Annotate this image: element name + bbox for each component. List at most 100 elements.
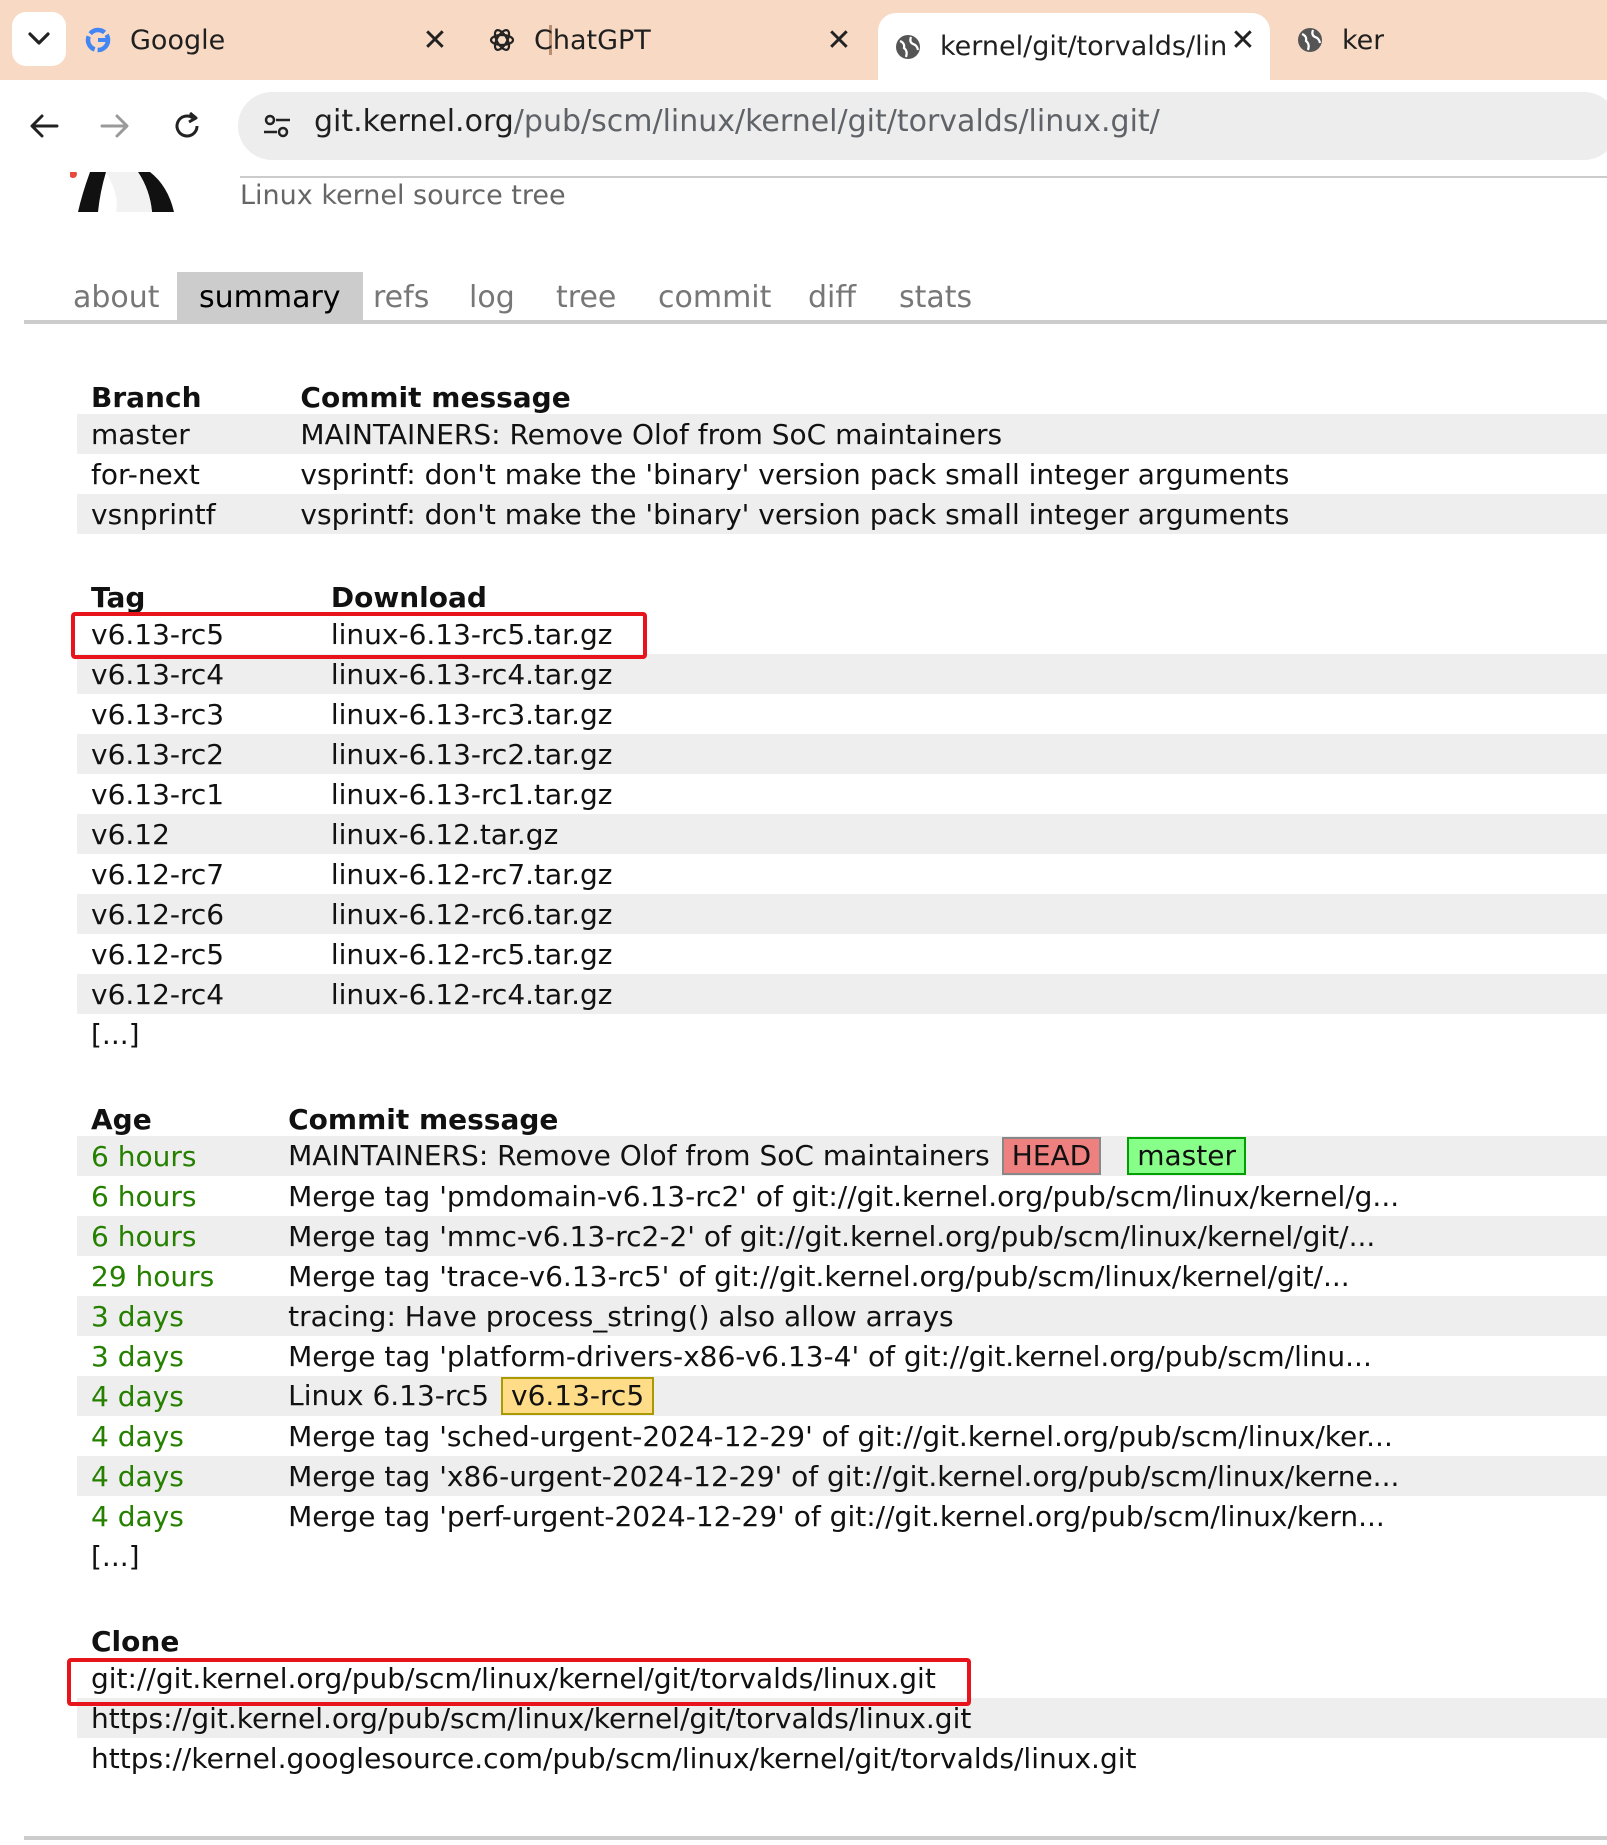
download-link[interactable]: linux-6.13-rc2.tar.gz bbox=[316, 734, 1607, 774]
table-header: Tag Download bbox=[77, 572, 1607, 614]
tux-logo bbox=[70, 172, 174, 212]
tab-summary[interactable]: summary bbox=[177, 272, 363, 320]
commit-message[interactable]: Merge tag 'platform-drivers-x86-v6.13-4'… bbox=[274, 1336, 1607, 1376]
globe-icon bbox=[1294, 24, 1326, 56]
table-row[interactable]: v6.12-rc5 linux-6.12-rc5.tar.gz bbox=[77, 934, 1607, 974]
table-row[interactable]: https://kernel.googlesource.com/pub/scm/… bbox=[77, 1738, 1607, 1778]
commit-message-text[interactable]: MAINTAINERS: Remove Olof from SoC mainta… bbox=[288, 1139, 990, 1172]
tab-about[interactable]: about bbox=[51, 272, 182, 320]
browser-tab-kernel-active[interactable]: kernel/git/torvalds/linux.git - ✕ bbox=[878, 13, 1270, 80]
table-row[interactable]: [...] bbox=[77, 1536, 1607, 1576]
commit-age: 4 days bbox=[77, 1456, 275, 1496]
table-row[interactable]: master MAINTAINERS: Remove Olof from SoC… bbox=[77, 414, 1607, 454]
download-link[interactable]: linux-6.13-rc4.tar.gz bbox=[316, 654, 1607, 694]
commit-message[interactable]: Linux 6.13-rc5 v6.13-rc5 bbox=[274, 1376, 1607, 1416]
tab-stats[interactable]: stats bbox=[877, 272, 994, 320]
commit-message[interactable]: Merge tag 'sched-urgent-2024-12-29' of g… bbox=[274, 1416, 1607, 1456]
forward-button[interactable] bbox=[93, 104, 137, 148]
clone-url[interactable]: https://kernel.googlesource.com/pub/scm/… bbox=[77, 1738, 1607, 1778]
site-settings-icon[interactable] bbox=[258, 107, 296, 145]
browser-tab-google[interactable]: Google ✕ bbox=[82, 13, 462, 67]
branch-badge[interactable]: master bbox=[1127, 1137, 1246, 1175]
tag-name[interactable]: v6.13-rc3 bbox=[77, 694, 317, 734]
commit-message-text[interactable]: Linux 6.13-rc5 bbox=[288, 1379, 489, 1412]
commit-age: 3 days bbox=[77, 1296, 275, 1336]
branch-name[interactable]: vsnprintf bbox=[77, 494, 287, 534]
close-icon[interactable]: ✕ bbox=[418, 23, 452, 58]
commit-message[interactable]: tracing: Have process_string() also allo… bbox=[274, 1296, 1607, 1336]
column-header: Download bbox=[330, 581, 487, 614]
table-row[interactable]: 6 hours Merge tag 'mmc-v6.13-rc2-2' of gi… bbox=[77, 1216, 1607, 1256]
download-link[interactable]: linux-6.12-rc7.tar.gz bbox=[317, 854, 1607, 894]
table-row[interactable]: v6.12-rc6 linux-6.12-rc6.tar.gz bbox=[77, 894, 1607, 934]
tab-log[interactable]: log bbox=[447, 272, 537, 320]
table-row[interactable]: [...] bbox=[77, 1014, 1607, 1054]
arrow-right-icon bbox=[100, 114, 129, 138]
column-header: Commit message bbox=[300, 381, 571, 414]
table-row[interactable]: 3 days Merge tag 'platform-drivers-x86-v6… bbox=[77, 1336, 1607, 1376]
commit-message[interactable]: Merge tag 'x86-urgent-2024-12-29' of git… bbox=[274, 1456, 1607, 1496]
download-link[interactable]: linux-6.13-rc1.tar.gz bbox=[317, 774, 1607, 814]
download-link[interactable]: linux-6.13-rc3.tar.gz bbox=[317, 694, 1607, 734]
head-badge[interactable]: HEAD bbox=[1001, 1137, 1102, 1175]
table-row[interactable]: vsnprintf vsprintf: don't make the 'bina… bbox=[77, 494, 1607, 534]
back-button[interactable] bbox=[22, 104, 66, 148]
table-row[interactable]: 3 days tracing: Have process_string() als… bbox=[77, 1296, 1607, 1336]
commit-message[interactable]: vsprintf: don't make the 'binary' versio… bbox=[286, 454, 1607, 494]
tab-tree[interactable]: tree bbox=[534, 272, 638, 320]
browser-tab-chatgpt[interactable]: ChatGPT ✕ bbox=[486, 13, 866, 67]
table-row[interactable]: v6.12 linux-6.12.tar.gz bbox=[77, 814, 1607, 854]
tag-name[interactable]: v6.13-rc1 bbox=[77, 774, 317, 814]
browser-tab-kernel[interactable]: ker bbox=[1294, 13, 1607, 67]
tab-search-button[interactable] bbox=[12, 12, 66, 66]
tag-name[interactable]: v6.12-rc6 bbox=[77, 894, 317, 934]
table-row[interactable]: v6.13-rc3 linux-6.13-rc3.tar.gz bbox=[77, 694, 1607, 734]
table-row[interactable]: 6 hours Merge tag 'pmdomain-v6.13-rc2' of… bbox=[77, 1176, 1607, 1216]
table-row[interactable]: 4 days Linux 6.13-rc5 v6.13-rc5 bbox=[77, 1376, 1607, 1416]
more-commits-link[interactable]: [...] bbox=[77, 1536, 274, 1576]
column-header: Tag bbox=[91, 581, 146, 614]
table-row[interactable]: 4 days Merge tag 'sched-urgent-2024-12-29… bbox=[77, 1416, 1607, 1456]
tag-name[interactable]: v6.12-rc4 bbox=[77, 974, 317, 1014]
table-header: Branch Commit message bbox=[77, 372, 1607, 414]
tag-name[interactable]: v6.12 bbox=[77, 814, 317, 854]
tag-name[interactable]: v6.13-rc4 bbox=[77, 654, 317, 694]
download-link[interactable]: linux-6.12-rc6.tar.gz bbox=[316, 894, 1607, 934]
commit-message[interactable]: Merge tag 'trace-v6.13-rc5' of git://git… bbox=[274, 1256, 1607, 1296]
tag-name[interactable]: v6.12-rc7 bbox=[77, 854, 317, 894]
table-row[interactable]: v6.13-rc4 linux-6.13-rc4.tar.gz bbox=[77, 654, 1607, 694]
commit-message[interactable]: vsprintf: don't make the 'binary' versio… bbox=[286, 494, 1607, 534]
download-link[interactable]: linux-6.12.tar.gz bbox=[316, 814, 1607, 854]
commit-message[interactable]: MAINTAINERS: Remove Olof from SoC mainta… bbox=[274, 1136, 1607, 1176]
table-row[interactable]: 6 hours MAINTAINERS: Remove Olof from So… bbox=[77, 1136, 1607, 1176]
close-icon[interactable]: ✕ bbox=[822, 23, 856, 58]
commit-message[interactable]: MAINTAINERS: Remove Olof from SoC mainta… bbox=[286, 414, 1607, 454]
branch-name[interactable]: for-next bbox=[77, 454, 286, 494]
table-row[interactable]: 4 days Merge tag 'x86-urgent-2024-12-29' … bbox=[77, 1456, 1607, 1496]
tag-name[interactable]: v6.13-rc2 bbox=[77, 734, 317, 774]
table-row[interactable]: 4 days Merge tag 'perf-urgent-2024-12-29'… bbox=[77, 1496, 1607, 1536]
tab-refs[interactable]: refs bbox=[351, 272, 451, 320]
branch-name[interactable]: master bbox=[77, 414, 287, 454]
download-link[interactable]: linux-6.12-rc4.tar.gz bbox=[316, 974, 1607, 1014]
table-header: Clone bbox=[77, 1616, 1607, 1658]
commit-message[interactable]: Merge tag 'perf-urgent-2024-12-29' of gi… bbox=[274, 1496, 1607, 1536]
download-link[interactable]: linux-6.12-rc5.tar.gz bbox=[317, 934, 1607, 974]
more-tags-link[interactable]: [...] bbox=[77, 1014, 317, 1054]
close-icon[interactable]: ✕ bbox=[1226, 23, 1260, 58]
tag-name[interactable]: v6.12-rc5 bbox=[77, 934, 317, 974]
reload-button[interactable] bbox=[165, 104, 209, 148]
commit-message[interactable]: Merge tag 'pmdomain-v6.13-rc2' of git://… bbox=[274, 1176, 1607, 1216]
table-row[interactable]: v6.13-rc1 linux-6.13-rc1.tar.gz bbox=[77, 774, 1607, 814]
highlight-box bbox=[71, 612, 647, 659]
commit-message[interactable]: Merge tag 'mmc-v6.13-rc2-2' of git://git… bbox=[274, 1216, 1607, 1256]
tag-badge[interactable]: v6.13-rc5 bbox=[501, 1377, 655, 1415]
table-row[interactable]: v6.13-rc2 linux-6.13-rc2.tar.gz bbox=[77, 734, 1607, 774]
table-row[interactable]: v6.12-rc7 linux-6.12-rc7.tar.gz bbox=[77, 854, 1607, 894]
table-row[interactable]: 29 hours Merge tag 'trace-v6.13-rc5' of g… bbox=[77, 1256, 1607, 1296]
url-text[interactable]: git.kernel.org/pub/scm/linux/kernel/git/… bbox=[314, 104, 1160, 139]
tab-commit[interactable]: commit bbox=[636, 272, 793, 320]
table-row[interactable]: for-next vsprintf: don't make the 'binar… bbox=[77, 454, 1607, 494]
table-row[interactable]: v6.12-rc4 linux-6.12-rc4.tar.gz bbox=[77, 974, 1607, 1014]
tab-diff[interactable]: diff bbox=[786, 272, 878, 320]
